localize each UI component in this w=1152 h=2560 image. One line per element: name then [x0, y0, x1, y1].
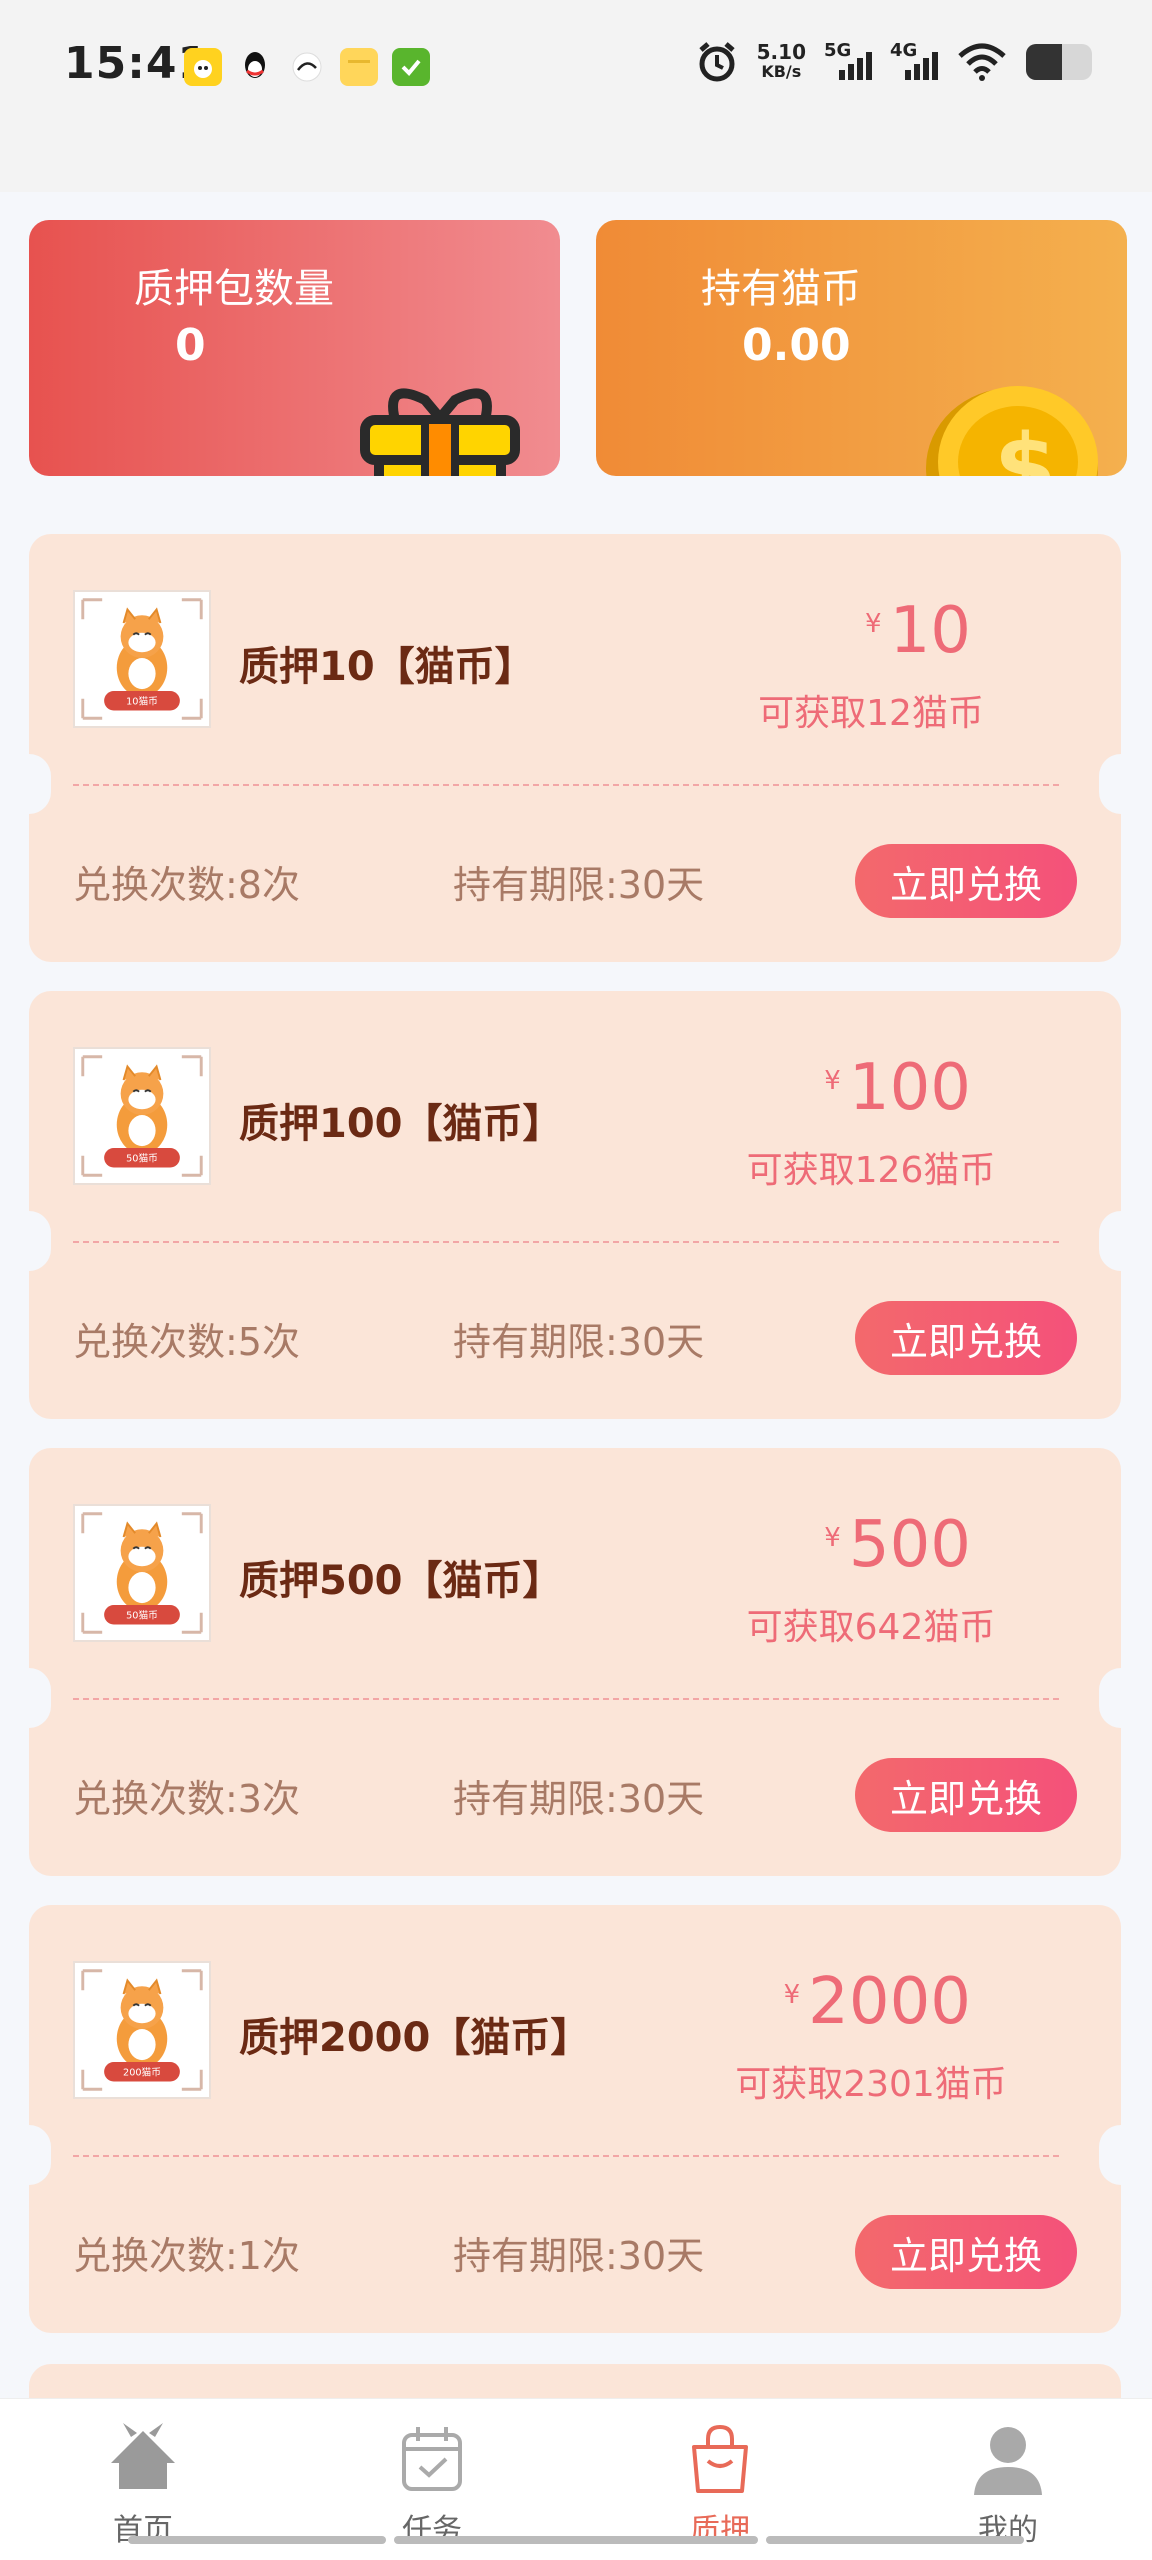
- ticket-title: 质押10【猫币】: [239, 644, 535, 690]
- battery-level: [1026, 44, 1063, 80]
- ticket-price: ¥2000: [784, 1965, 971, 2039]
- ticket-price: ¥500: [824, 1508, 971, 1582]
- status-bar: 15:41 5.10 KB/s 5G 4G: [0, 0, 1152, 192]
- gesture-bar: [128, 2536, 386, 2544]
- ticket-notch: [1099, 754, 1143, 814]
- status-indicators: 5.10 KB/s 5G 4G: [695, 40, 1092, 84]
- wifi-icon: [958, 43, 1006, 81]
- photo-app-icon: [184, 48, 222, 86]
- lucky-cat-thumbnail: 10猫币: [73, 590, 211, 728]
- ticket-price: ¥10: [865, 594, 971, 668]
- gesture-bar: [766, 2536, 1024, 2544]
- ticket-gain: 可获取126猫币: [746, 1150, 996, 1191]
- ticket-title: 质押500【猫币】: [239, 1558, 563, 1604]
- thumb-badge: 50猫币: [126, 1609, 158, 1622]
- price-currency: ¥: [824, 1066, 841, 1096]
- pledge-count-label: 质押包数量: [134, 266, 334, 312]
- bag-icon: [692, 2424, 748, 2493]
- ticket-notch: [7, 2125, 51, 2185]
- checkbox-app-icon: [392, 48, 430, 86]
- price-value: 500: [848, 1508, 971, 1582]
- price-currency: ¥: [824, 1523, 841, 1553]
- ticket-divider: [73, 2155, 1059, 2157]
- nav-item-pledge[interactable]: 质押: [620, 2419, 820, 2549]
- coins-held-value: 0.00: [742, 320, 851, 371]
- ticket-notch: [1099, 1668, 1143, 1728]
- nav-item-home[interactable]: 首页: [43, 2419, 243, 2549]
- pledge-ticket[interactable]: 200猫币 质押2000【猫币】 ¥2000 可获取2301猫币 兑换次数:1次…: [7, 1905, 1143, 2333]
- net-speed-unit: KB/s: [761, 62, 802, 81]
- status-app-icons: [184, 48, 430, 86]
- ticket-divider: [73, 784, 1059, 786]
- pledge-ticket[interactable]: 50猫币 质押500【猫币】 ¥500 可获取642猫币 兑换次数:3次 持有期…: [7, 1448, 1143, 1876]
- ticket-divider: [73, 1698, 1059, 1700]
- coins-held-card[interactable]: 持有猫币 0.00 $: [596, 220, 1127, 476]
- thumb-badge: 10猫币: [126, 695, 158, 708]
- ticket-exchange-count: 兑换次数:3次: [73, 1777, 300, 1821]
- pledge-ticket[interactable]: 50猫币 质押100【猫币】 ¥100 可获取126猫币 兑换次数:5次 持有期…: [7, 991, 1143, 1419]
- ticket-exchange-count: 兑换次数:8次: [73, 863, 300, 907]
- svg-text:$: $: [994, 415, 1057, 476]
- user-icon: [974, 2427, 1042, 2495]
- pledge-ticket[interactable]: 10猫币 质押10【猫币】 ¥10 可获取12猫币 兑换次数:8次 持有期限:3…: [7, 534, 1143, 962]
- redeem-now-button[interactable]: 立即兑换: [855, 844, 1077, 918]
- redeem-now-button[interactable]: 立即兑换: [855, 1301, 1077, 1375]
- ticket-gain: 可获取2301猫币: [735, 2064, 1007, 2105]
- ticket-holding-term: 持有期限:30天: [453, 863, 705, 907]
- nav-item-mine[interactable]: 我的: [908, 2419, 1108, 2549]
- ticket-gain: 可获取12猫币: [758, 693, 984, 734]
- ticket-notch: [1099, 2125, 1143, 2185]
- ticket-notch: [7, 1668, 51, 1728]
- lucky-cat-thumbnail: 50猫币: [73, 1047, 211, 1185]
- price-value: 2000: [808, 1965, 971, 2039]
- ticket-title: 质押2000【猫币】: [239, 2015, 591, 2061]
- ticket-price: ¥100: [824, 1051, 971, 1125]
- lucky-cat-thumbnail: 50猫币: [73, 1504, 211, 1642]
- ticket-divider: [73, 1241, 1059, 1243]
- redeem-now-button[interactable]: 立即兑换: [855, 2215, 1077, 2289]
- lucky-cat-thumbnail: 200猫币: [73, 1961, 211, 2099]
- alarm-icon: [699, 42, 735, 82]
- coins-held-label: 持有猫币: [701, 266, 861, 312]
- browser-icon: [288, 48, 326, 86]
- net-speed-value: 5.10: [756, 40, 806, 64]
- signal-4g-icon: 4G: [890, 40, 938, 84]
- gesture-bar: [394, 2536, 758, 2544]
- qq-icon: [236, 48, 274, 86]
- price-value: 10: [889, 594, 971, 668]
- battery-icon: [1026, 44, 1092, 80]
- home-icon: [111, 2423, 175, 2489]
- ticket-holding-term: 持有期限:30天: [453, 2234, 705, 2278]
- ticket-notch: [7, 1211, 51, 1271]
- ticket-notch: [1099, 1211, 1143, 1271]
- gift-icon: [360, 388, 520, 476]
- redeem-now-button[interactable]: 立即兑换: [855, 1758, 1077, 1832]
- nav-item-tasks[interactable]: 任务: [332, 2419, 532, 2549]
- net-speed: 5.10 KB/s: [757, 42, 806, 82]
- ticket-holding-term: 持有期限:30天: [453, 1777, 705, 1821]
- notes-icon: [340, 48, 378, 86]
- coin-icon: $: [926, 386, 1098, 476]
- signal-5g-icon: 5G: [824, 40, 872, 84]
- ticket-exchange-count: 兑换次数:1次: [73, 2234, 300, 2278]
- price-currency: ¥: [865, 609, 882, 639]
- ticket-exchange-count: 兑换次数:5次: [73, 1320, 300, 1364]
- ticket-title: 质押100【猫币】: [239, 1101, 563, 1147]
- price-currency: ¥: [783, 1980, 801, 2010]
- ticket-holding-term: 持有期限:30天: [453, 1320, 705, 1364]
- thumb-badge: 50猫币: [126, 1152, 158, 1165]
- ticket-notch: [7, 754, 51, 814]
- pledge-count-card[interactable]: 质押包数量 0: [29, 220, 560, 476]
- bottom-nav: 首页 任务 质押 我的: [0, 2398, 1152, 2560]
- thumb-badge: 200猫币: [123, 2066, 161, 2079]
- pledge-count-value: 0: [175, 320, 206, 371]
- calendar-icon: [402, 2427, 462, 2491]
- ticket-gain: 可获取642猫币: [746, 1607, 996, 1648]
- price-value: 100: [848, 1051, 971, 1125]
